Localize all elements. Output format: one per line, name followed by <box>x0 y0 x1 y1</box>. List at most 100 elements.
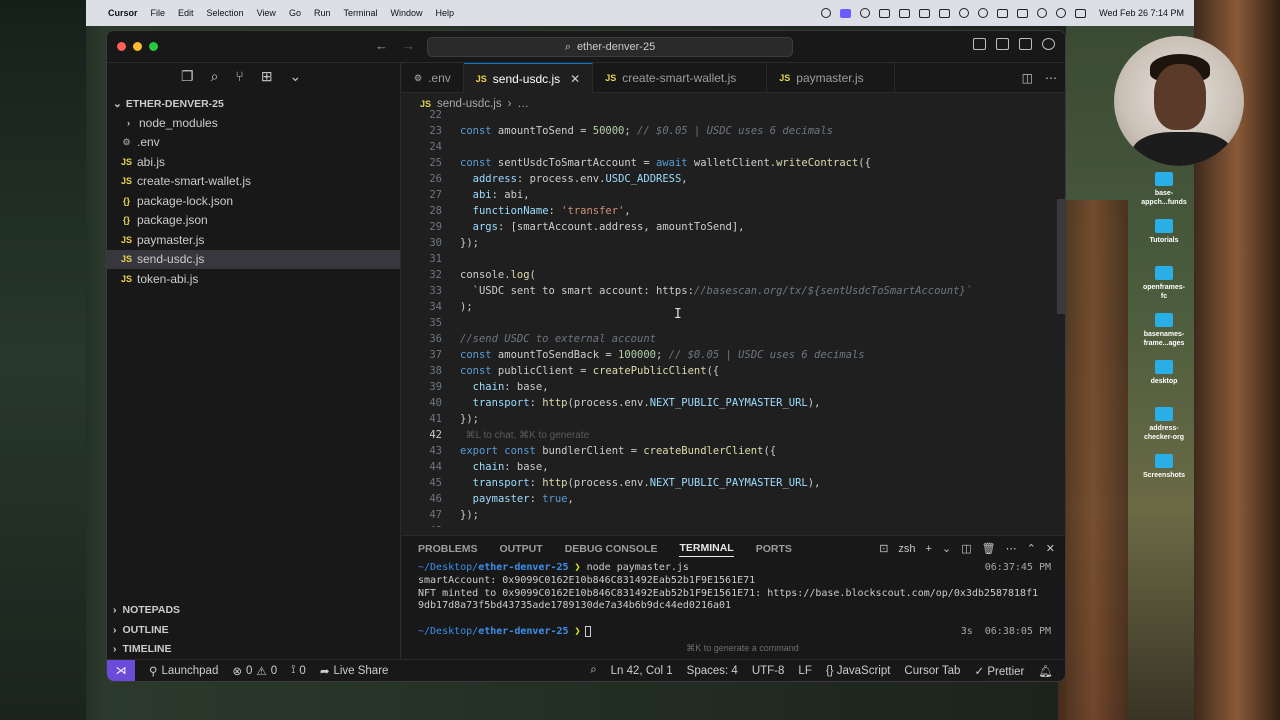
tab-ports[interactable]: PORTS <box>756 543 792 555</box>
tab-output[interactable]: OUTPUT <box>500 543 543 555</box>
terminal-output[interactable]: ~/Desktop/ether-denver-25 ❯ node paymast… <box>402 562 1065 654</box>
game-icon[interactable] <box>879 8 891 18</box>
wifi-icon[interactable] <box>1037 8 1048 18</box>
tree-item-package[interactable]: {} package.json <box>107 211 400 231</box>
code-line[interactable]: 27 abi: abi, <box>402 187 1065 203</box>
end-of-line[interactable]: LF <box>798 665 811 677</box>
desktop-folder[interactable]: desktop <box>1136 360 1192 407</box>
record-icon[interactable] <box>821 8 832 18</box>
tab-send-usdc[interactable]: JS send-usdc.js ✕ <box>463 63 594 93</box>
problems-indicator[interactable]: ⊗ 0 ⚠ 0 <box>232 664 277 678</box>
code-line[interactable]: 22 <box>402 107 1065 123</box>
code-line[interactable]: 39 chain: base, <box>402 379 1065 395</box>
zoom-window-button[interactable] <box>149 42 158 51</box>
live-share-button[interactable]: ➦ Live Share <box>320 664 389 678</box>
desktop-folder[interactable]: Tutorials <box>1136 219 1192 266</box>
explorer-root[interactable]: ⌄ ETHER-DENVER-25 <box>107 95 400 113</box>
control-center-icon[interactable] <box>1075 8 1087 18</box>
trash-icon[interactable]: 🗑 <box>982 542 996 555</box>
shell-name[interactable]: zsh <box>898 543 915 555</box>
menu-app-name[interactable]: Cursor <box>108 8 138 18</box>
code-line[interactable]: 37 const amountToSendBack = 100000; // $0… <box>402 347 1065 363</box>
language-mode[interactable]: {} JavaScript <box>826 665 891 677</box>
code-line[interactable]: 33 `USDC sent to smart account: https://… <box>402 283 1065 299</box>
new-terminal-icon[interactable]: + <box>926 543 932 555</box>
desktop-folder[interactable]: basenames- frame...ages <box>1136 313 1192 360</box>
toggle-sidebar-icon[interactable] <box>973 38 986 50</box>
code-line[interactable]: 42 ⌘L to chat, ⌘K to generate <box>402 427 1065 443</box>
moon-icon[interactable] <box>978 8 989 18</box>
remote-indicator-icon[interactable]: ⋊ <box>107 659 135 681</box>
code-line[interactable]: 48 <box>402 523 1065 527</box>
code-line[interactable]: 34); <box>402 299 1065 315</box>
code-line[interactable]: 45 transport: http(process.env.NEXT_PUBL… <box>402 475 1065 491</box>
close-window-button[interactable] <box>117 42 126 51</box>
zoom-icon[interactable]: ⌕ <box>590 664 596 677</box>
indentation[interactable]: Spaces: 4 <box>687 665 738 677</box>
ports-indicator[interactable]: ⟟ 0 <box>291 664 306 677</box>
section-timeline[interactable]: › TIMELINE <box>107 640 401 660</box>
section-outline[interactable]: › OUTLINE <box>107 620 401 640</box>
code-line[interactable]: 35 <box>402 315 1065 331</box>
code-line[interactable]: 47}); <box>402 507 1065 523</box>
code-line[interactable]: 36 //send USDC to external account <box>402 331 1065 347</box>
launchpad-button[interactable]: ⚲ Launchpad <box>149 664 218 678</box>
tree-item-package-lock[interactable]: {} package-lock.json <box>107 191 400 211</box>
tab-terminal[interactable]: TERMINAL <box>679 542 734 557</box>
code-line[interactable]: 32 console.log( <box>402 267 1065 283</box>
menu-run[interactable]: Run <box>314 8 331 18</box>
settings-gear-icon[interactable] <box>1042 38 1055 50</box>
menu-edit[interactable]: Edit <box>178 8 194 18</box>
tab-debug-console[interactable]: DEBUG CONSOLE <box>565 543 658 555</box>
tab-paymaster[interactable]: JS paymaster.js <box>767 63 895 93</box>
tree-item-token-abi[interactable]: JS token-abi.js <box>107 269 400 289</box>
code-line[interactable]: 38 const publicClient = createPublicClien… <box>402 363 1065 379</box>
back-arrow-icon[interactable]: ← <box>375 38 388 53</box>
desktop-folder[interactable]: openframes- fc <box>1136 266 1192 313</box>
menu-terminal[interactable]: Terminal <box>343 8 377 18</box>
minimize-window-button[interactable] <box>133 42 142 51</box>
code-line[interactable]: 29 args: [smartAccount.address, amountTo… <box>402 219 1065 235</box>
search-icon[interactable] <box>1056 8 1067 18</box>
section-notepads[interactable]: › NOTEPADS <box>107 601 401 621</box>
tree-item-node-modules[interactable]: › node_modules <box>107 113 400 133</box>
encoding[interactable]: UTF-8 <box>752 665 785 677</box>
tree-item-create-smart-wallet[interactable]: JS create-smart-wallet.js <box>107 172 400 192</box>
code-editor[interactable]: 22 23 const amountToSend = 50000; // $0.05… <box>402 107 1065 527</box>
cloud-icon[interactable] <box>919 8 931 18</box>
chevron-down-icon[interactable]: ⌄ <box>942 542 951 555</box>
more-actions-icon[interactable]: ⋯ <box>1045 71 1057 85</box>
forward-arrow-icon[interactable]: → <box>402 38 415 53</box>
code-line[interactable]: 31 <box>402 251 1065 267</box>
battery-icon[interactable] <box>1017 8 1029 18</box>
code-line[interactable]: 44 chain: base, <box>402 459 1065 475</box>
desktop-folder[interactable]: base- appch...funds <box>1136 172 1192 219</box>
menu-help[interactable]: Help <box>436 8 455 18</box>
split-terminal-icon[interactable]: ◫ <box>961 542 971 555</box>
screen-share-icon[interactable] <box>840 8 852 18</box>
menu-view[interactable]: View <box>257 8 276 18</box>
code-line[interactable]: 23 const amountToSend = 50000; // $0.05 |… <box>402 123 1065 139</box>
code-line[interactable]: 40 transport: http(process.env.NEXT_PUBL… <box>402 395 1065 411</box>
search-icon[interactable]: ⌕ <box>211 68 219 85</box>
menu-file[interactable]: File <box>151 8 166 18</box>
play-icon[interactable] <box>959 8 970 18</box>
desktop-folder[interactable]: Screenshots <box>1136 454 1192 501</box>
cursor-tab-status[interactable]: Cursor Tab <box>904 665 960 677</box>
menu-go[interactable]: Go <box>289 8 301 18</box>
bluetooth-icon[interactable] <box>997 8 1009 18</box>
desktop-folder[interactable]: address- checker-org <box>1136 407 1192 454</box>
tab-env[interactable]: ⚙ .env <box>402 63 464 93</box>
cursor-position[interactable]: Ln 42, Col 1 <box>611 665 673 677</box>
toggle-panel-icon[interactable] <box>996 38 1009 50</box>
editor-scrollbar[interactable] <box>1057 199 1065 314</box>
extensions-icon[interactable]: ⊞ <box>261 68 273 85</box>
menu-window[interactable]: Window <box>390 8 422 18</box>
more-actions-icon[interactable]: ⋯ <box>1006 542 1017 555</box>
tab-create-smart-wallet[interactable]: JS create-smart-wallet.js <box>593 63 768 93</box>
tab-problems[interactable]: PROBLEMS <box>418 543 478 555</box>
code-line[interactable]: 26 address: process.env.USDC_ADDRESS, <box>402 171 1065 187</box>
display-icon[interactable] <box>939 8 951 18</box>
color-icon[interactable] <box>860 8 871 18</box>
source-control-icon[interactable]: ⑂ <box>235 68 243 84</box>
